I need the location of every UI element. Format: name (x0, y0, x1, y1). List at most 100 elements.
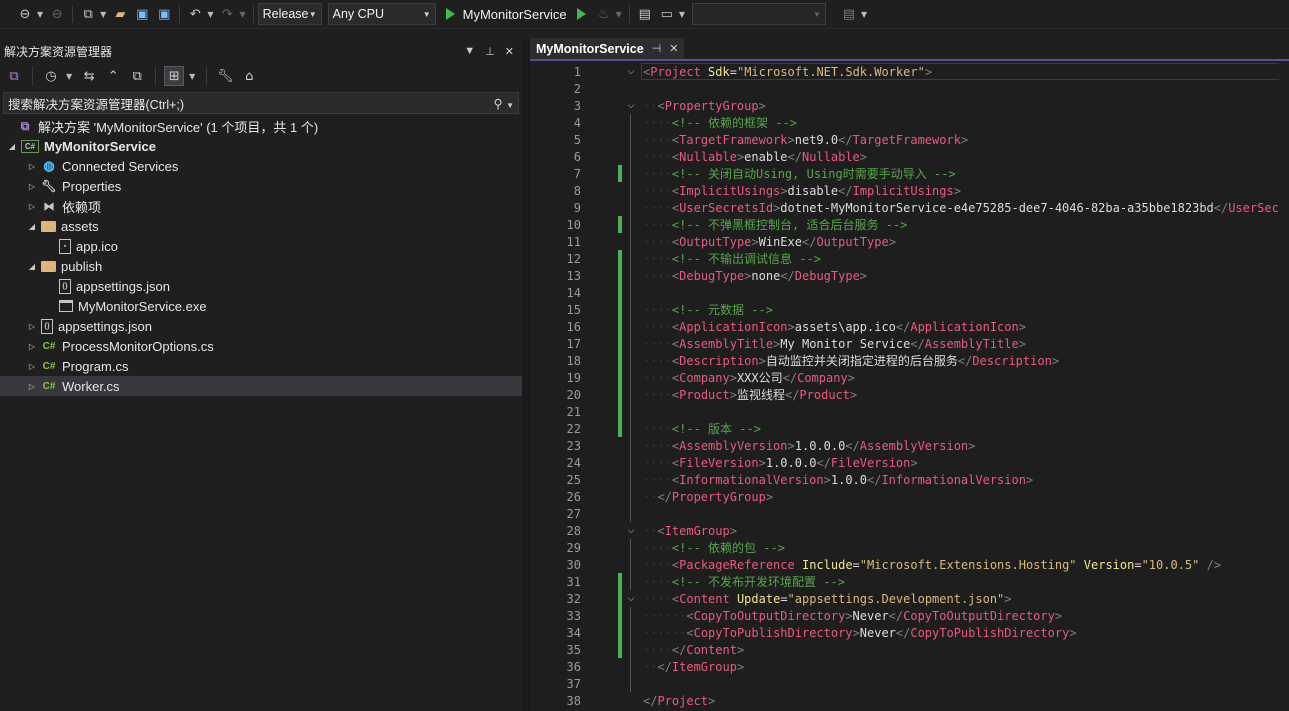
code-line[interactable]: 5 ····<TargetFramework>net9.0</TargetFram… (530, 131, 1289, 148)
preview-selected-items-icon[interactable]: ⊞ (164, 66, 185, 86)
code-line[interactable]: 13 ····<DebugType>none</DebugType> (530, 267, 1289, 284)
hot-reload-dropdown-icon[interactable]: ▼ (616, 10, 622, 19)
code-line[interactable]: 29 ····<!-- 依赖的包 --> (530, 539, 1289, 556)
new-project-icon[interactable]: ⧉ (77, 3, 99, 25)
code-line[interactable]: 19 ····<Company>XXX公司</Company> (530, 369, 1289, 386)
code-line[interactable]: 8 ····<ImplicitUsings>disable</ImplicitUs… (530, 182, 1289, 199)
solution-explorer-search-input[interactable]: 搜索解决方案资源管理器(Ctrl+;) ⚲ ▼ (3, 92, 519, 114)
tree-item[interactable]: ▷ ⧓ 依赖项 (0, 196, 522, 216)
save-all-icon[interactable]: ▣ (153, 3, 175, 25)
format-dropdown-icon[interactable]: ▼ (861, 10, 867, 19)
more-options-icon[interactable]: ⌂ (239, 66, 259, 86)
code-line[interactable]: 24 ····<FileVersion>1.0.0.0</FileVersion> (530, 454, 1289, 471)
code-line[interactable]: 37 (530, 675, 1289, 692)
code-line[interactable]: 21 (530, 403, 1289, 420)
tree-item[interactable]: ◢ publish (0, 256, 522, 276)
expand-closed-icon[interactable]: ▷ (26, 362, 38, 371)
close-icon[interactable]: ✕ (505, 45, 514, 58)
expand-open-icon[interactable]: ◢ (26, 262, 38, 271)
code-line[interactable]: 2 (530, 80, 1289, 97)
preview-dropdown-icon[interactable]: ▼ (189, 72, 195, 81)
empty-select[interactable]: ▼ (691, 3, 826, 25)
start-without-debug-icon[interactable] (571, 3, 593, 25)
expand-closed-icon[interactable]: ▷ (26, 342, 38, 351)
platform-select[interactable]: Any CPU ▼ (327, 3, 436, 25)
redo-icon[interactable]: ↷ (216, 3, 238, 25)
filter-dropdown-icon[interactable]: ▼ (66, 72, 72, 81)
fold-toggle-icon[interactable]: ⌵ (625, 594, 637, 604)
code-line[interactable]: 7 ····<!-- 关闭自动Using, Using时需要手动导入 --> (530, 165, 1289, 182)
code-line[interactable]: 10 ····<!-- 不弹黑框控制台, 适合后台服务 --> (530, 216, 1289, 233)
hot-reload-icon[interactable]: ♨ (593, 3, 615, 25)
expand-closed-icon[interactable]: ▷ (26, 322, 38, 331)
format-icon[interactable]: ▤ (838, 3, 860, 25)
code-line[interactable]: 35 ····</Content> (530, 641, 1289, 658)
pending-changes-filter-icon[interactable]: ◷ (41, 66, 61, 86)
vertical-scrollbar[interactable] (1279, 63, 1289, 711)
tree-item[interactable]: {} appsettings.json (0, 276, 522, 296)
code-line[interactable]: 15 ····<!-- 元数据 --> (530, 301, 1289, 318)
new-project-dropdown-icon[interactable]: ▼ (100, 10, 106, 19)
browse-icon[interactable]: ▤ (634, 3, 656, 25)
pin-icon[interactable]: ⊥ (485, 45, 495, 58)
code-line[interactable]: 32 ⌵ ····<Content Update="appsettings.Deve… (530, 590, 1289, 607)
tree-item[interactable]: ▷ C# Worker.cs (0, 376, 522, 396)
code-line[interactable]: 16 ····<ApplicationIcon>assets\app.ico</A… (530, 318, 1289, 335)
collapse-all-icon[interactable]: ⌃ (103, 66, 123, 86)
window-position-icon[interactable]: ▼ (464, 45, 475, 58)
code-line[interactable]: 4 ····<!-- 依赖的框架 --> (530, 114, 1289, 131)
code-line[interactable]: 11 ····<OutputType>WinExe</OutputType> (530, 233, 1289, 250)
tree-item[interactable]: ▷ ◍ Connected Services (0, 156, 522, 176)
code-line[interactable]: 6 ····<Nullable>enable</Nullable> (530, 148, 1289, 165)
undo-icon[interactable]: ↶ (184, 3, 206, 25)
configuration-select[interactable]: Release ▼ (257, 3, 322, 25)
tree-solution-node[interactable]: ⧉ 解决方案 'MyMonitorService' (1 个项目，共 1 个) (0, 116, 522, 136)
properties-wrench-icon[interactable]: 🔧︎ (215, 66, 235, 86)
expand-closed-icon[interactable]: ▷ (26, 162, 38, 171)
tree-item[interactable]: MyMonitorService.exe (0, 296, 522, 316)
code-line[interactable]: 9 ····<UserSecretsId>dotnet-MyMonitorServ… (530, 199, 1289, 216)
tree-item[interactable]: ◢ assets (0, 216, 522, 236)
tree-project-node[interactable]: ◢ C# MyMonitorService (0, 136, 522, 156)
expand-open-icon[interactable]: ◢ (6, 142, 18, 151)
undo-dropdown-icon[interactable]: ▼ (207, 10, 213, 19)
tree-item[interactable]: ▷ C# Program.cs (0, 356, 522, 376)
code-line[interactable]: 26 ··</PropertyGroup> (530, 488, 1289, 505)
code-line[interactable]: 1 ⌵ <Project Sdk="Microsoft.NET.Sdk.Worker… (530, 63, 1289, 80)
back-icon[interactable]: ⊖ (14, 3, 36, 25)
tree-item[interactable]: ▷ 🔧︎ Properties (0, 176, 522, 196)
code-line[interactable]: 25 ····<InformationalVersion>1.0.0</Infor… (530, 471, 1289, 488)
code-line[interactable]: 28 ⌵ ··<ItemGroup> (530, 522, 1289, 539)
code-line[interactable]: 12 ····<!-- 不输出调试信息 --> (530, 250, 1289, 267)
expand-closed-icon[interactable]: ▷ (26, 202, 38, 211)
pin-icon[interactable]: ⊣ (652, 42, 662, 55)
code-line[interactable]: 38 </Project> (530, 692, 1289, 709)
code-line[interactable]: 3 ⌵ ··<PropertyGroup> (530, 97, 1289, 114)
code-line[interactable]: 34 ······<CopyToPublishDirectory>Never</C… (530, 624, 1289, 641)
code-line[interactable]: 23 ····<AssemblyVersion>1.0.0.0</Assembly… (530, 437, 1289, 454)
fold-toggle-icon[interactable]: ⌵ (625, 67, 637, 77)
code-line[interactable]: 17 ····<AssemblyTitle>My Monitor Service<… (530, 335, 1289, 352)
tree-item[interactable]: ▷{} appsettings.json (0, 316, 522, 336)
code-line[interactable]: 27 (530, 505, 1289, 522)
forward-icon[interactable]: ⊖ (46, 3, 68, 25)
code-line[interactable]: 30 ····<PackageReference Include="Microso… (530, 556, 1289, 573)
search-icon[interactable]: ⚲ ▼ (493, 96, 514, 111)
tree-item[interactable]: ▪ app.ico (0, 236, 522, 256)
code-line[interactable]: 20 ····<Product>监视线程</Product> (530, 386, 1289, 403)
layout-dropdown-icon[interactable]: ▼ (679, 10, 685, 19)
save-icon[interactable]: ▣ (131, 3, 153, 25)
open-folder-icon[interactable]: ▰ (109, 3, 131, 25)
expand-closed-icon[interactable]: ▷ (26, 382, 38, 391)
fold-toggle-icon[interactable]: ⌵ (625, 101, 637, 111)
code-line[interactable]: 36 ··</ItemGroup> (530, 658, 1289, 675)
tab-mymonitorservice[interactable]: MyMonitorService ⊣ ✕ (530, 38, 685, 59)
switch-views-icon[interactable]: ⧉ (4, 66, 24, 86)
fold-toggle-icon[interactable]: ⌵ (625, 526, 637, 536)
sync-with-document-icon[interactable]: ⇆ (79, 66, 99, 86)
tree-item[interactable]: ▷ C# ProcessMonitorOptions.cs (0, 336, 522, 356)
expand-open-icon[interactable]: ◢ (26, 222, 38, 231)
panel-splitter[interactable] (522, 40, 530, 711)
code-line[interactable]: 33 ······<CopyToOutputDirectory>Never</Co… (530, 607, 1289, 624)
code-line[interactable]: 22 ····<!-- 版本 --> (530, 420, 1289, 437)
